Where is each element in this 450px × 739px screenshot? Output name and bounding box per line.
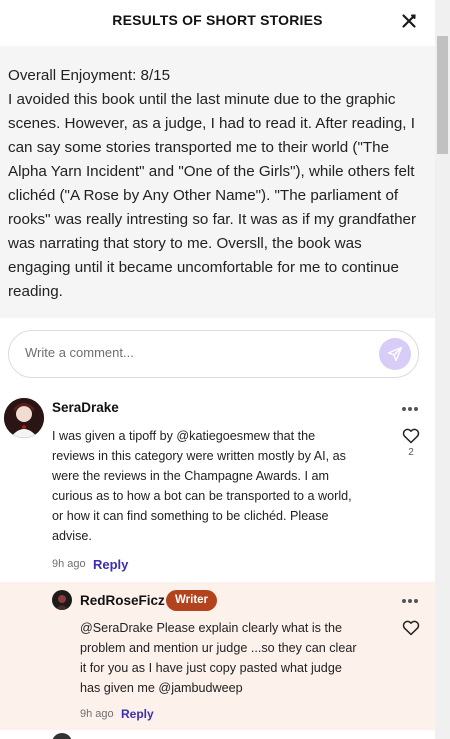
reply-username[interactable]: RedRoseFicz [80, 593, 165, 608]
send-icon [387, 346, 403, 362]
comment-box [8, 330, 419, 378]
modal-header: RESULTS OF SHORT STORIES [0, 0, 435, 46]
avatar[interactable] [4, 398, 44, 438]
reply-line: has given me @jambudweep [80, 681, 243, 695]
more-options-button[interactable] [402, 596, 422, 606]
comment-input[interactable] [25, 345, 355, 360]
close-button[interactable] [399, 11, 419, 31]
writer-badge: Writer [166, 590, 218, 611]
review-line: engaging until it became uncomfortable f… [8, 259, 399, 276]
more-options-button[interactable] [402, 404, 422, 414]
comment-username[interactable]: SeraDrake [52, 400, 119, 415]
reply-line: @SeraDrake Please explain clearly what i… [80, 621, 342, 635]
reply-button[interactable]: Reply [93, 557, 128, 572]
close-icon [402, 14, 416, 28]
reply-timestamp: 9h ago [80, 708, 114, 720]
review-line: was narrating that story to me. Oversll,… [8, 235, 362, 252]
comment-timestamp: 9h ago [52, 558, 86, 570]
scrollbar-thumb[interactable] [437, 36, 448, 154]
reply-line: it for you as I have just copy pasted wh… [80, 661, 342, 675]
heart-icon [402, 620, 420, 636]
scrollbar[interactable] [435, 0, 450, 739]
comment-line: I was given a tipoff by @katiegoesmew th… [52, 429, 316, 443]
comment-line: reviews in this category were written mo… [52, 449, 346, 463]
review-line: reading. [8, 283, 63, 300]
page-title: RESULTS OF SHORT STORIES [112, 12, 323, 28]
avatar[interactable] [52, 733, 72, 739]
review-line: clichéd ("A Rose by Any Other Name"). "T… [8, 187, 399, 204]
send-button[interactable] [379, 338, 411, 370]
reply-text: @SeraDrake Please explain clearly what i… [80, 618, 390, 698]
review-text: Overall Enjoyment: 8/15 I avoided this b… [0, 46, 435, 318]
comment-line: advise. [52, 529, 92, 543]
comment-line: or how it can find something to be clich… [52, 509, 329, 523]
review-line: can say some stories transported me to t… [8, 139, 390, 156]
review-line: Overall Enjoyment: 8/15 [8, 67, 171, 84]
review-line: I avoided this book until the last minut… [8, 91, 396, 108]
comment-text: I was given a tipoff by @katiegoesmew th… [52, 426, 392, 546]
like-button[interactable] [402, 428, 420, 444]
reply-line: problem and mention ur judge ...so they … [80, 641, 357, 655]
comment-line: were the reviews in the Champagne Awards… [52, 469, 329, 483]
heart-icon [402, 428, 420, 444]
reply-button[interactable]: Reply [121, 707, 154, 721]
avatar[interactable] [52, 590, 72, 610]
like-count: 2 [408, 447, 414, 458]
review-line: rooks" was really intresting so far. It … [8, 211, 417, 228]
like-button[interactable] [402, 620, 420, 636]
review-line: Alpha Yarn Incident" and "One of the Gir… [8, 163, 415, 180]
review-line: scenes. However, as a judge, I had to re… [8, 115, 415, 132]
comment-line: curious as to how a bot can be transport… [52, 489, 352, 503]
